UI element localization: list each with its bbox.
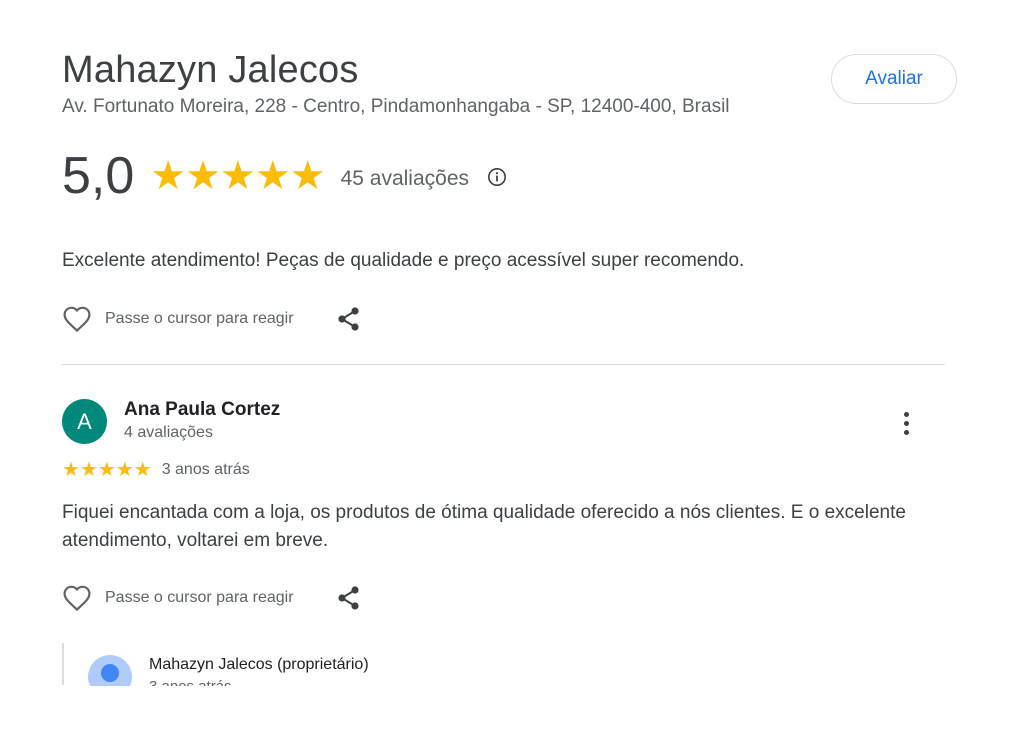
avatar[interactable]: A [62,399,107,444]
heart-icon[interactable] [62,584,92,612]
react-hint: Passe o cursor para reagir [105,589,294,606]
star-icon: ★ [150,154,187,198]
star-icon: ★ [289,154,326,198]
heart-icon[interactable] [62,305,92,333]
avatar-head [101,664,119,682]
star-icon: ★ [62,459,80,481]
reaction-row: Passe o cursor para reagir [62,584,362,612]
star-icon: ★ [115,459,134,481]
owner-reply-bar [62,643,64,685]
star-icon: ★ [79,459,98,481]
share-icon[interactable] [336,585,362,611]
more-options-icon[interactable] [893,408,919,438]
business-address: Av. Fortunato Moreira, 228 - Centro, Pin… [62,96,730,117]
owner-reply-name: Mahazyn Jalecos (proprietário) [149,656,369,673]
star-icon: ★ [97,459,116,481]
react-hint: Passe o cursor para reagir [105,310,294,327]
info-icon[interactable] [487,167,507,187]
rating-stars: ★ ★ ★ ★ ★ [150,154,326,198]
star-icon: ★ [185,154,222,198]
business-name: Mahazyn Jalecos [62,49,359,91]
star-icon: ★ [220,154,256,198]
dot [903,429,909,435]
share-icon[interactable] [336,306,362,332]
review-text: Fiquei encantada com a loja, os produtos… [62,502,906,551]
rating-value: 5,0 [62,147,135,205]
rate-button[interactable]: Avaliar [831,54,957,104]
reviewer-name[interactable]: Ana Paula Cortez [124,399,280,421]
star-icon: ★ [133,459,152,481]
dot [903,420,909,426]
reaction-row: Passe o cursor para reagir [62,305,362,333]
viewport-cutoff [0,686,1021,736]
divider [62,364,945,365]
review-text: Excelente atendimento! Peças de qualidad… [62,250,745,271]
dot [903,411,909,417]
rating-summary: 5,0 ★ ★ ★ ★ ★ 45 avaliações [62,148,507,204]
star-icon: ★ [254,154,291,198]
review-count[interactable]: 45 avaliações [341,167,469,191]
review-rating: ★ ★ ★ ★ ★ 3 anos atrás [62,460,250,480]
business-header: Mahazyn Jalecos Av. Fortunato Moreira, 2… [62,48,962,119]
reviewer-review-count: 4 avaliações [124,424,213,441]
owner-reply-date: 3 anos atrás [149,678,232,686]
review-date: 3 anos atrás [161,461,250,478]
